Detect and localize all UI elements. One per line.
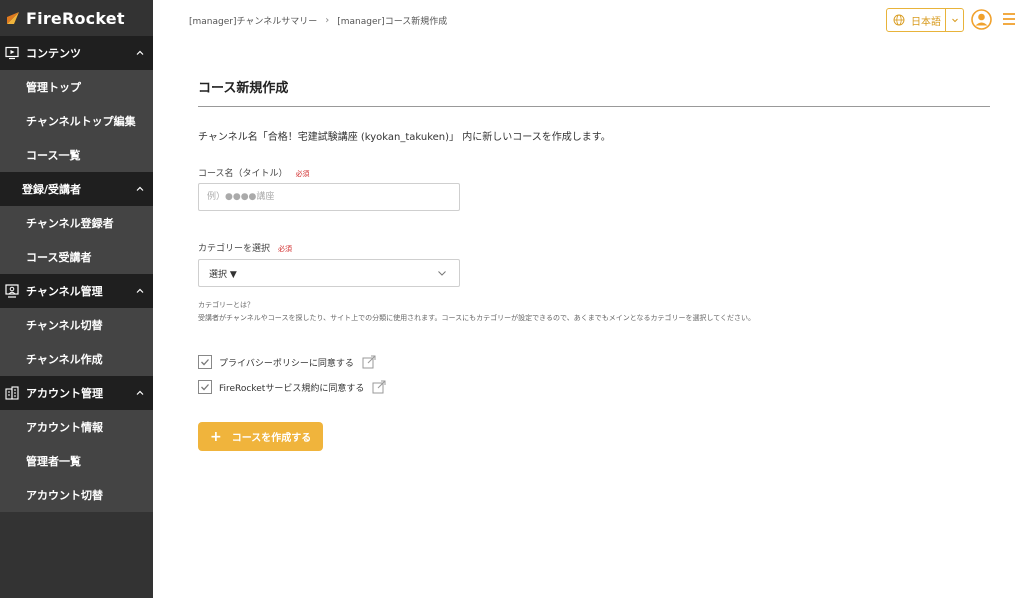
terms-agreement-row: FireRocketサービス規約に同意する [198,380,386,394]
page-description: チャンネル名「合格！宅建試験講座 (kyokan_takuken)」 内に新しい… [198,132,611,143]
create-course-button[interactable]: + コースを作成する [198,422,323,451]
privacy-label: プライバシーポリシーに同意する [219,358,354,369]
globe-icon [893,14,905,26]
terms-label: FireRocketサービス規約に同意する [219,383,365,394]
sidebar-item-course-list[interactable]: コース一覧 [0,138,153,172]
title-divider [198,106,990,107]
sidebar-section-label: 登録/受講者 [22,183,82,196]
terms-checkbox[interactable] [198,380,212,394]
sidebar-item-account-info[interactable]: アカウント情報 [0,410,153,444]
course-name-label: コース名（タイトル） 必須 [198,166,310,179]
category-label-text: カテゴリーを選択 [198,244,271,254]
sidebar-section-label: チャンネル管理 [26,285,103,298]
checkmark-icon [201,384,209,391]
chevron-up-icon [136,186,144,191]
breadcrumb-link-channel-summary[interactable]: [manager]チャンネルサマリー [189,14,317,27]
chevron-down-icon [438,271,446,276]
category-select-value: 選択 ▼ [209,269,237,280]
sidebar-section-contents[interactable]: コンテンツ [0,36,153,70]
plus-icon: + [210,428,222,445]
sidebar-section-account-management[interactable]: アカウント管理 [0,376,153,410]
sidebar: FireRocket コンテンツ 管理トップ チャンネルトップ編集 コース一覧 … [0,0,153,598]
breadcrumb-separator: › [325,15,330,26]
sidebar-item-channel-switch[interactable]: チャンネル切替 [0,308,153,342]
category-help-text: 受講者がチャンネルやコースを探したり、サイト上での分類に使用されます。コースにも… [198,314,756,322]
sidebar-item-admin-top[interactable]: 管理トップ [0,70,153,104]
privacy-agreement-row: プライバシーポリシーに同意する [198,355,376,369]
course-name-label-text: コース名（タイトル） [198,169,288,179]
monitor-play-icon [4,45,20,61]
logo[interactable]: FireRocket [0,0,153,36]
chevron-down-icon [951,18,958,23]
chevron-up-icon [136,390,144,395]
category-label: カテゴリーを選択 必須 [198,241,292,254]
language-label: 日本語 [911,16,941,28]
checkmark-icon [201,359,209,366]
sidebar-section-label: コンテンツ [26,47,81,60]
hamburger-menu-icon[interactable] [1002,12,1016,26]
external-link-icon[interactable] [362,355,376,369]
sidebar-item-account-switch[interactable]: アカウント切替 [0,478,153,512]
sidebar-item-channel-top-edit[interactable]: チャンネルトップ編集 [0,104,153,138]
sidebar-item-course-students[interactable]: コース受講者 [0,240,153,274]
sidebar-section-channel-management[interactable]: チャンネル管理 [0,274,153,308]
chevron-up-icon [136,288,144,293]
category-select[interactable]: 選択 ▼ [198,259,460,287]
sidebar-section-registrants[interactable]: 登録/受講者 [0,172,153,206]
logo-text: FireRocket [26,8,125,28]
breadcrumb-current: [manager]コース新規作成 [337,17,448,27]
category-help: カテゴリーとは？ 受講者がチャンネルやコースを探したり、サイト上での分類に使用さ… [198,299,755,325]
user-avatar-icon[interactable] [971,9,992,30]
external-link-icon[interactable] [372,380,386,394]
top-bar: [manager]チャンネルサマリー › [manager]コース新規作成 日本… [153,0,1024,40]
rocket-logo-icon [7,12,19,24]
sidebar-item-channel-create[interactable]: チャンネル作成 [0,342,153,376]
presenter-icon [4,283,20,299]
language-dropdown-toggle[interactable] [945,9,963,31]
category-help-title: カテゴリーとは？ [198,301,254,309]
breadcrumb: [manager]チャンネルサマリー › [manager]コース新規作成 [189,14,447,27]
privacy-checkbox[interactable] [198,355,212,369]
language-select[interactable]: 日本語 [886,8,964,32]
create-course-button-label: コースを作成する [231,433,312,444]
chevron-up-icon [136,50,144,55]
sidebar-item-admin-list[interactable]: 管理者一覧 [0,444,153,478]
building-icon [4,385,20,401]
course-name-input[interactable] [198,183,460,211]
required-badge: 必須 [295,170,310,178]
sidebar-section-label: アカウント管理 [26,387,103,400]
page-title: コース新規作成 [198,81,289,96]
required-badge: 必須 [278,245,293,253]
sidebar-item-channel-registrants[interactable]: チャンネル登録者 [0,206,153,240]
